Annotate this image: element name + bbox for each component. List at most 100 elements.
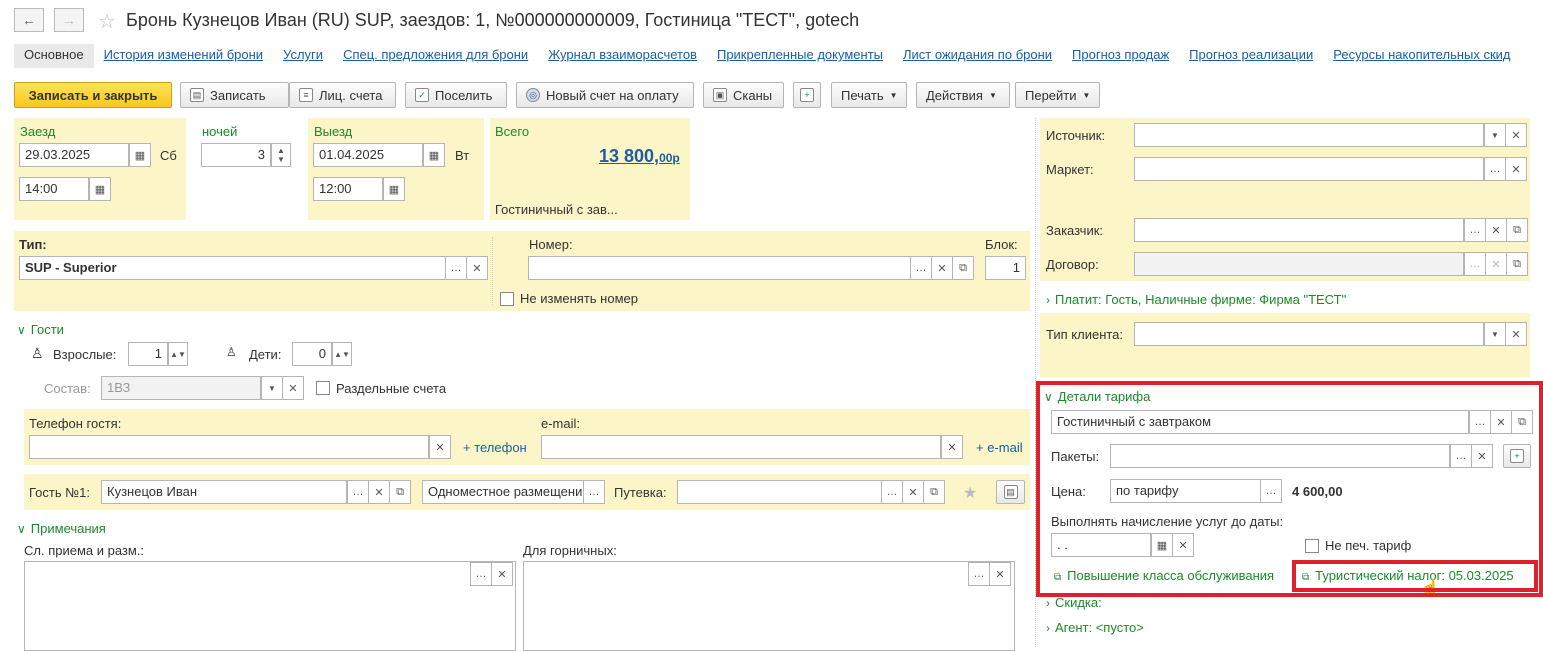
customer-label: Заказчик: xyxy=(1046,223,1104,238)
tab-settlements[interactable]: Журнал взаиморасчетов xyxy=(538,44,707,68)
departure-time-input[interactable]: 12:00 xyxy=(313,177,383,201)
clear-icon[interactable]: ✕ xyxy=(491,562,513,586)
tab-waitlist[interactable]: Лист ожидания по брони xyxy=(893,44,1062,68)
guest-card-button[interactable]: ▤ xyxy=(996,480,1025,504)
reception-notes-textarea[interactable] xyxy=(24,561,516,651)
clear-icon[interactable]: ✕ xyxy=(931,256,953,280)
market-input[interactable] xyxy=(1134,157,1484,181)
discount-link[interactable]: › Скидка: xyxy=(1046,595,1102,610)
select-icon[interactable]: … xyxy=(347,480,369,504)
nights-input[interactable]: 3 xyxy=(201,143,271,167)
clear-icon[interactable]: ✕ xyxy=(1485,252,1507,276)
room-number-input[interactable] xyxy=(528,256,911,280)
select-icon[interactable]: … xyxy=(910,256,932,280)
adults-input[interactable]: 1 xyxy=(128,342,168,366)
add-email-link[interactable]: + e-mail xyxy=(976,440,1023,455)
nights-stepper[interactable]: ▲ ▼ xyxy=(271,143,291,167)
guests-section-header[interactable]: ∨ Гости xyxy=(17,322,64,337)
open-icon[interactable]: ⧉ xyxy=(952,256,974,280)
select-icon[interactable]: … xyxy=(1464,252,1486,276)
checkin-button[interactable]: ✓ Поселить xyxy=(405,82,507,108)
tab-history[interactable]: История изменений брони xyxy=(94,44,274,68)
select-icon[interactable]: … xyxy=(881,480,903,504)
phone-input[interactable] xyxy=(29,435,429,459)
client-type-label: Тип клиента: xyxy=(1046,327,1124,342)
clear-icon[interactable]: ✕ xyxy=(282,376,304,400)
email-input[interactable] xyxy=(541,435,941,459)
tab-services[interactable]: Услуги xyxy=(273,44,333,68)
clear-icon[interactable]: ✕ xyxy=(1505,157,1527,181)
keep-number-checkbox[interactable] xyxy=(500,292,514,306)
departure-date-input[interactable]: 01.04.2025 xyxy=(313,143,423,167)
clear-icon[interactable]: ✕ xyxy=(1485,218,1507,242)
open-icon[interactable]: ⧉ xyxy=(923,480,945,504)
accounts-button[interactable]: ≡ Лиц. счета xyxy=(289,82,396,108)
block-input[interactable]: 1 xyxy=(985,256,1026,280)
voucher-input[interactable] xyxy=(677,480,882,504)
back-button[interactable]: ← xyxy=(14,8,44,32)
scans-button[interactable]: ▣ Сканы xyxy=(703,82,784,108)
arrival-time-input[interactable]: 14:00 xyxy=(19,177,89,201)
select-icon[interactable]: … xyxy=(583,480,605,504)
save-close-button[interactable]: Записать и закрыть xyxy=(14,82,172,108)
client-type-input[interactable] xyxy=(1134,322,1484,346)
dropdown-arrow-icon[interactable]: ▼ xyxy=(1484,123,1506,147)
payer-link[interactable]: › Платит: Гость, Наличные фирме: Фирма "Т… xyxy=(1046,292,1346,307)
clock-icon[interactable]: ▦ xyxy=(383,177,405,201)
tab-sales-forecast[interactable]: Прогноз продаж xyxy=(1062,44,1179,68)
forward-button[interactable]: → xyxy=(54,8,84,32)
room-type-input[interactable]: SUP - Superior xyxy=(19,256,446,280)
open-icon[interactable]: ⧉ xyxy=(1506,252,1528,276)
clear-icon[interactable]: ✕ xyxy=(466,256,488,280)
housekeeping-notes-textarea[interactable] xyxy=(523,561,1015,651)
guest1-input[interactable]: Кузнецов Иван xyxy=(101,480,347,504)
children-input[interactable]: 0 xyxy=(292,342,332,366)
open-icon[interactable]: ⧉ xyxy=(389,480,411,504)
clear-icon[interactable]: ✕ xyxy=(368,480,390,504)
tab-discount-resources[interactable]: Ресурсы накопительных скид xyxy=(1323,44,1520,68)
clear-icon[interactable]: ✕ xyxy=(989,562,1011,586)
tab-main[interactable]: Основное xyxy=(14,44,94,68)
save-button[interactable]: ▤ Записать xyxy=(180,82,289,108)
source-input[interactable] xyxy=(1134,123,1484,147)
select-icon[interactable]: … xyxy=(445,256,467,280)
separate-accounts-checkbox[interactable] xyxy=(316,381,330,395)
star-icon[interactable]: ★ xyxy=(963,483,977,503)
clear-icon[interactable]: ✕ xyxy=(941,435,963,459)
calendar-icon[interactable]: ▦ xyxy=(423,143,445,167)
add-document-button[interactable]: + xyxy=(793,82,821,108)
select-icon[interactable]: … xyxy=(1464,218,1486,242)
select-icon[interactable]: … xyxy=(470,562,492,586)
open-icon[interactable]: ⧉ xyxy=(1506,218,1528,242)
tab-documents[interactable]: Прикрепленные документы xyxy=(707,44,893,68)
select-icon[interactable]: … xyxy=(968,562,990,586)
clear-icon[interactable]: ✕ xyxy=(429,435,451,459)
total-label: Всего xyxy=(495,124,530,139)
clear-icon[interactable]: ✕ xyxy=(902,480,924,504)
clear-icon[interactable]: ✕ xyxy=(1505,322,1527,346)
calendar-icon[interactable]: ▦ xyxy=(129,143,151,167)
print-menu-button[interactable]: Печать ▼ xyxy=(831,82,907,108)
goto-menu-button[interactable]: Перейти ▼ xyxy=(1015,82,1100,108)
accommodation-input[interactable]: Одноместное размещени xyxy=(422,480,584,504)
new-invoice-button[interactable]: ◎ Новый счет на оплату xyxy=(516,82,694,108)
tab-realization-forecast[interactable]: Прогноз реализации xyxy=(1179,44,1323,68)
clear-icon[interactable]: ✕ xyxy=(1505,123,1527,147)
select-icon[interactable]: … xyxy=(1484,157,1506,181)
children-stepper[interactable]: ▲▼ xyxy=(332,342,352,366)
dropdown-arrow-icon[interactable]: ▼ xyxy=(1484,322,1506,346)
arrival-date-input[interactable]: 29.03.2025 xyxy=(19,143,129,167)
clock-icon[interactable]: ▦ xyxy=(89,177,111,201)
customer-input[interactable] xyxy=(1134,218,1464,242)
contract-input[interactable] xyxy=(1134,252,1464,276)
composition-input[interactable]: 1ВЗ xyxy=(101,376,261,400)
notes-section-header[interactable]: ∨ Примечания xyxy=(17,521,106,536)
total-amount[interactable]: 13 800,00р xyxy=(599,146,680,167)
tab-special-offers[interactable]: Спец. предложения для брони xyxy=(333,44,538,68)
adults-stepper[interactable]: ▲▼ xyxy=(168,342,188,366)
dropdown-arrow-icon[interactable]: ▼ xyxy=(261,376,283,400)
agent-link[interactable]: › Агент: <пусто> xyxy=(1046,620,1144,635)
actions-menu-button[interactable]: Действия ▼ xyxy=(916,82,1010,108)
favorite-star-icon[interactable]: ☆ xyxy=(98,9,116,34)
add-phone-link[interactable]: + телефон xyxy=(463,440,527,455)
